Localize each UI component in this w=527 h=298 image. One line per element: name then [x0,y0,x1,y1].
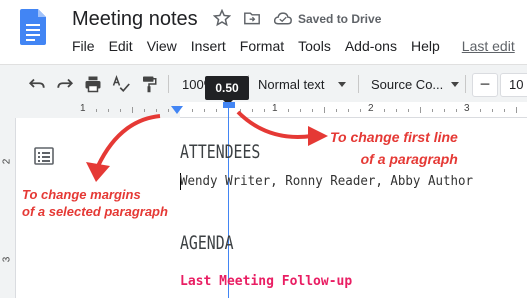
ruler-tooltip: 0.50 [205,76,249,105]
margin-annotation: To change margins of a selected paragrap… [22,186,168,220]
paint-format-icon[interactable] [140,75,158,93]
ruler-tick [240,109,241,112]
ruler-tick [492,109,493,112]
ruler-tick [120,109,121,112]
font-select[interactable]: Source Co... [371,77,443,92]
toolbar-separator [465,75,466,93]
arrowhead-right [308,126,328,146]
indent-guide-line [228,108,229,298]
toolbar-separator [168,75,169,93]
document-outline-icon[interactable] [34,147,54,165]
followup-heading[interactable]: Last Meeting Follow-up [180,274,352,289]
first-line-indent-marker[interactable] [223,102,235,108]
ruler-tick [324,107,325,113]
ruler-tick [204,109,205,112]
chevron-down-icon[interactable] [338,82,346,87]
redo-icon[interactable] [56,75,74,93]
menu-format[interactable]: Format [240,38,284,56]
menu-tools[interactable]: Tools [298,38,331,56]
ruler-tick [444,109,445,112]
annotation-line: To change margins [22,187,141,202]
chevron-down-icon[interactable] [451,82,459,87]
annotation-line: of a selected paragraph [22,204,168,219]
arrow-to-left-marker [96,114,161,167]
ruler-tick [360,109,361,112]
undo-icon[interactable] [28,75,46,93]
menu-insert[interactable]: Insert [191,38,226,56]
star-icon[interactable] [213,9,231,27]
last-edit-link[interactable]: Last edit [462,38,515,56]
ruler-tick [456,109,457,112]
menu-help[interactable]: Help [411,38,440,56]
vertical-ruler: 2 3 [0,118,16,298]
ruler-tick [504,109,505,112]
app-header: Meeting notes Saved to Drive File Edit V… [0,0,527,64]
ruler-tick [144,109,145,112]
ruler-tick [96,109,97,112]
vertical-ruler-number: 2 [1,158,13,165]
ruler-tick [336,109,337,112]
annotation-line: of a paragraph [360,151,458,167]
print-icon[interactable] [84,75,102,93]
left-indent-marker[interactable] [171,106,183,114]
ruler-tick [516,107,517,113]
ruler-number: 1 [80,103,86,114]
spellcheck-icon[interactable] [112,75,130,93]
arrowhead-left [86,162,110,182]
menu-edit[interactable]: Edit [109,38,133,56]
menu-file[interactable]: File [72,38,95,56]
ruler-tick [312,109,313,112]
ruler-tick [396,109,397,112]
ruler-number: 1 [272,103,278,114]
ruler-tick [408,109,409,112]
move-to-folder-icon[interactable] [244,11,260,25]
decrease-font-size-button[interactable]: − [472,73,498,97]
menu-addons[interactable]: Add-ons [345,38,397,56]
vertical-ruler-number: 3 [1,256,13,263]
ruler-margin-shade [0,102,180,118]
toolbar: 100% Normal text Source Co... − 10 [0,64,527,102]
ruler-tick [288,109,289,112]
heading-agenda[interactable]: AGENDA [180,232,234,254]
ruler-tick [252,109,253,112]
ruler-tick [216,109,217,112]
paragraph-style-select[interactable]: Normal text [258,77,324,92]
toolbar-separator [358,75,359,93]
ruler-number: 2 [368,103,374,114]
ruler-tick [156,109,157,112]
ruler-tick [132,107,133,113]
document-title[interactable]: Meeting notes [72,8,198,31]
ruler-tick [480,109,481,112]
annotation-line: To change first line [330,129,458,145]
cloud-saved-icon[interactable] [274,11,292,25]
horizontal-ruler[interactable]: 1 1 2 3 [0,102,527,118]
ruler-tick [168,109,169,112]
menu-bar: File Edit View Insert Format Tools Add-o… [72,38,527,56]
menu-view[interactable]: View [147,38,177,56]
ruler-number: 3 [464,103,470,114]
ruler-tick [384,109,385,112]
ruler-tick [420,107,421,113]
ruler-tick [300,109,301,112]
first-line-annotation: To change first line of a paragraph [330,126,458,170]
docs-logo-icon[interactable] [20,9,46,45]
ruler-tick [108,109,109,112]
attendees-paragraph[interactable]: Wendy Writer, Ronny Reader, Abby Author [180,174,473,189]
ruler-tick [348,109,349,112]
save-status: Saved to Drive [298,12,382,26]
ruler-tick [192,109,193,112]
ruler-tick [432,109,433,112]
font-size-input[interactable]: 10 [500,73,527,97]
heading-attendees[interactable]: ATTENDEES [180,141,260,163]
ruler-tick [264,109,265,112]
